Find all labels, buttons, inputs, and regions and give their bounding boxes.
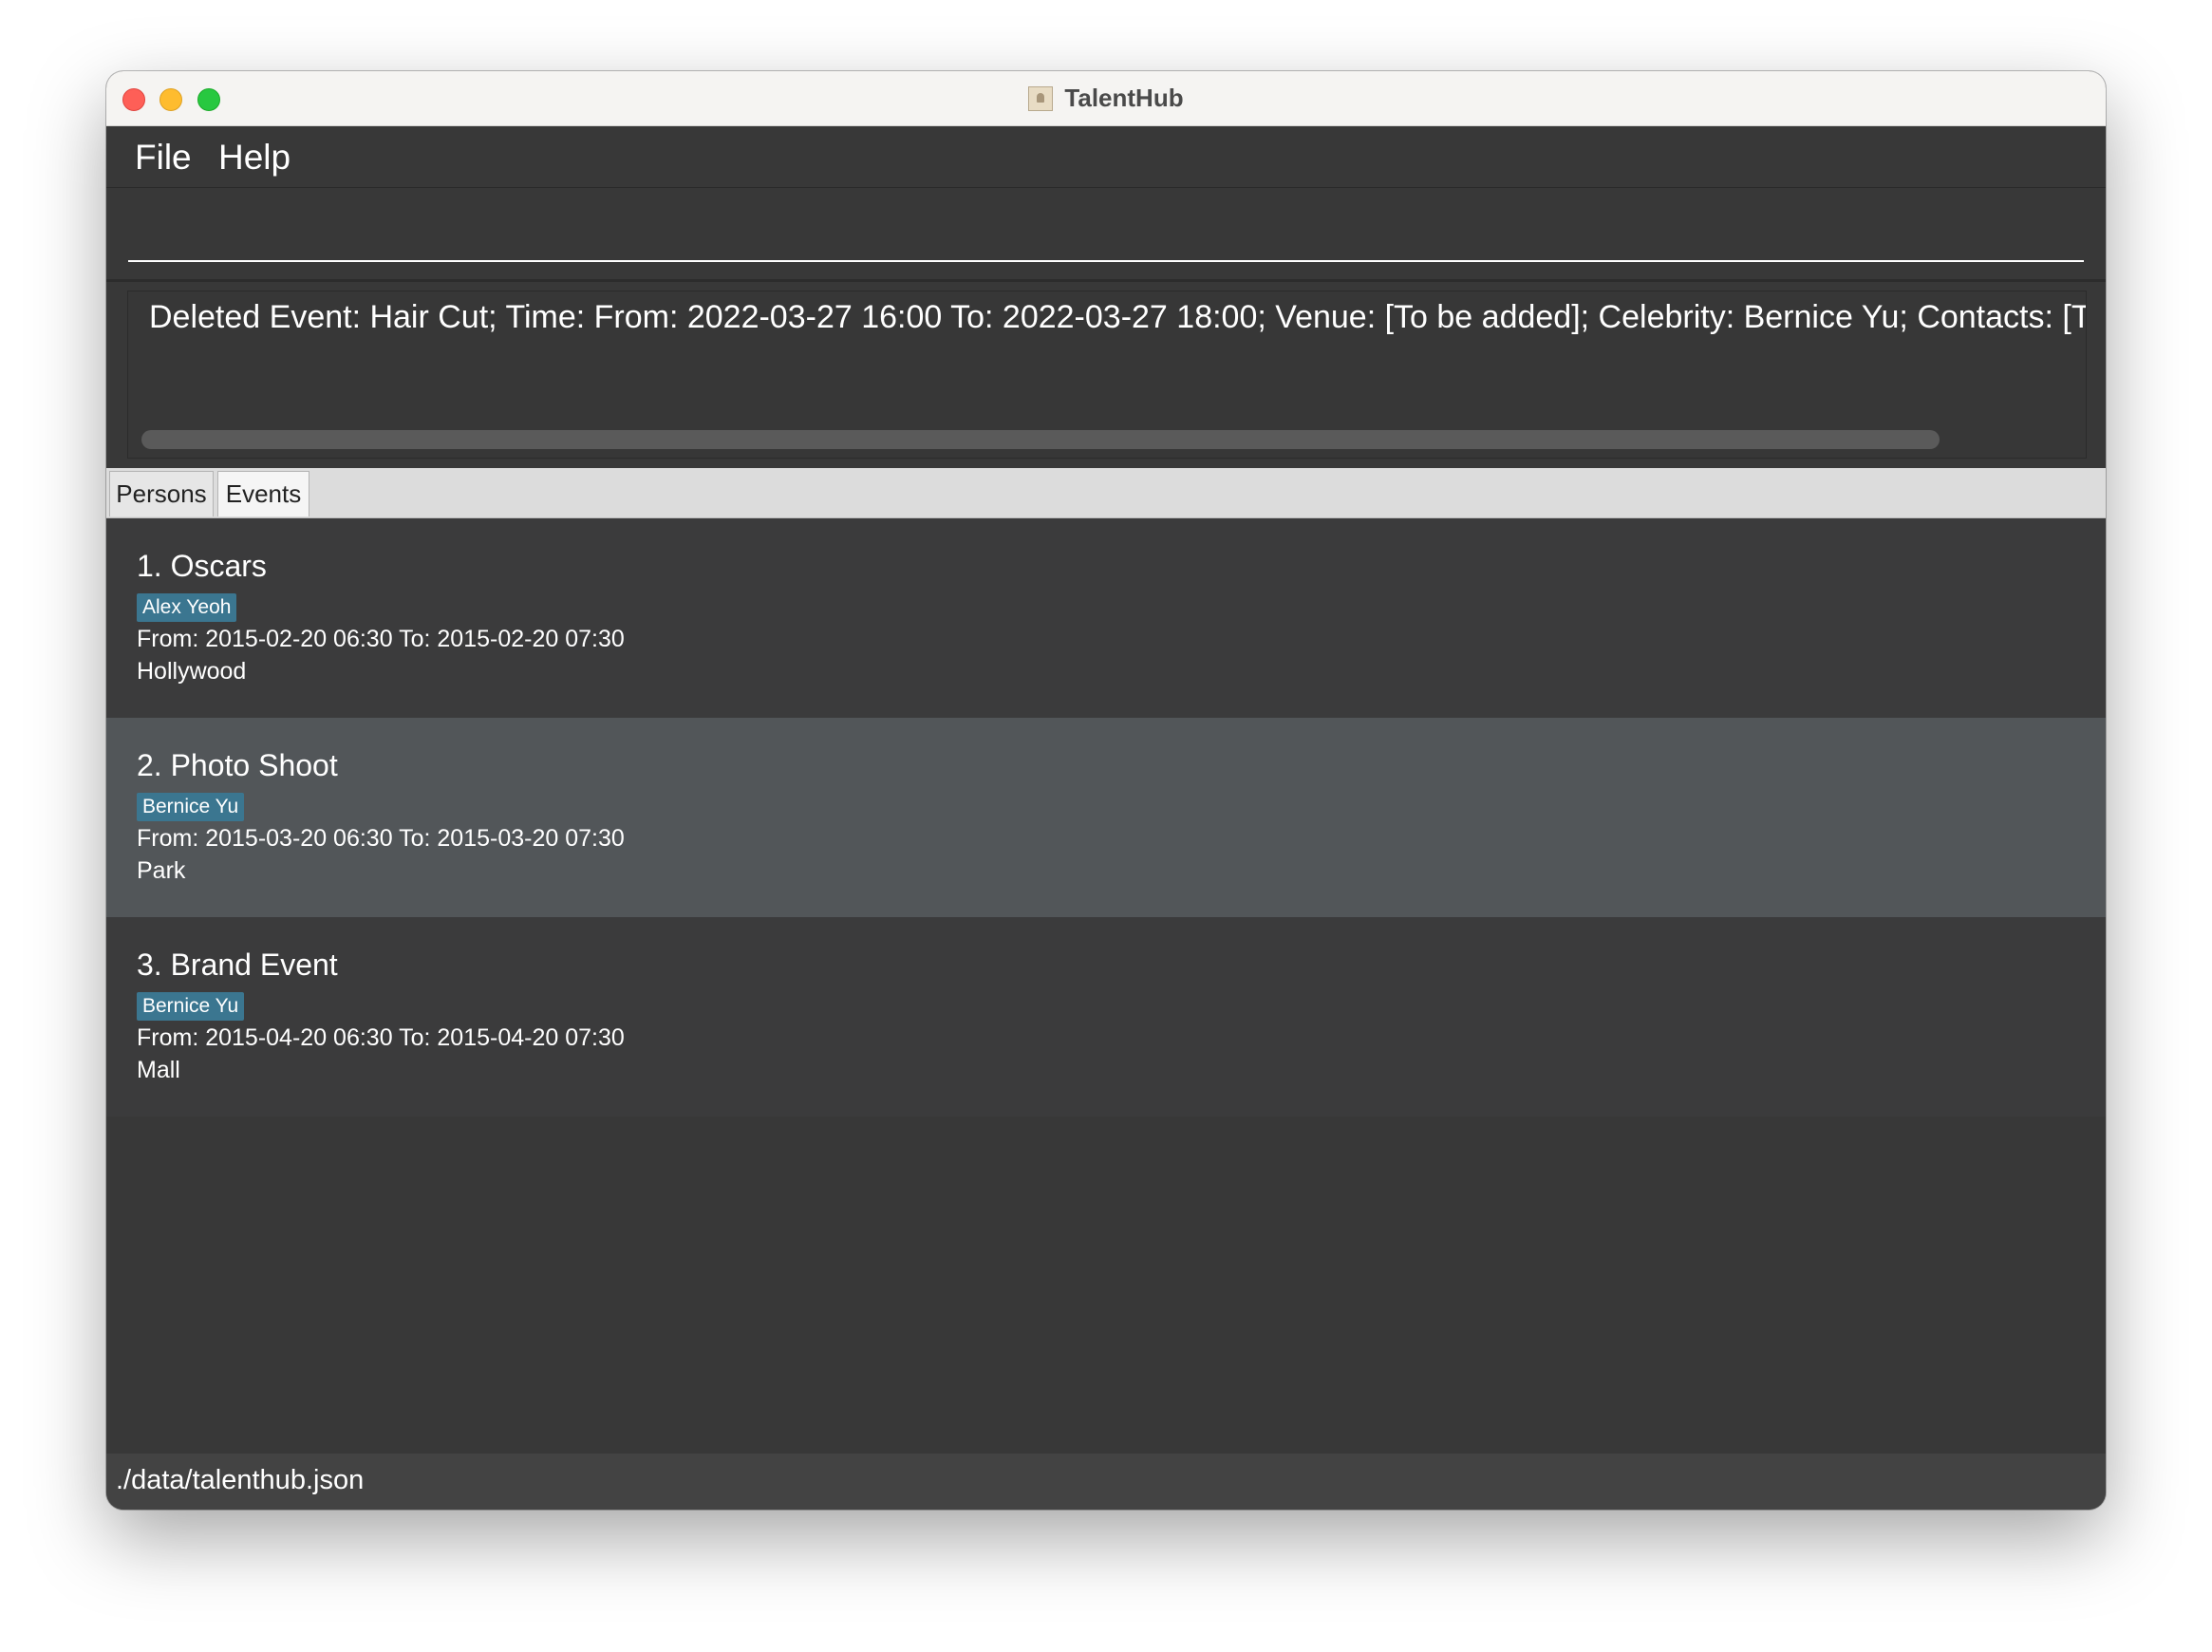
tab-persons[interactable]: Persons <box>109 471 214 516</box>
event-card-selected[interactable]: 2. Photo Shoot Bernice Yu From: 2015-03-… <box>106 718 2106 917</box>
event-title: 1. Oscars <box>137 549 267 583</box>
app-window: TalentHub File Help Deleted Event: Hair … <box>106 71 2106 1510</box>
celebrity-tag: Bernice Yu <box>137 793 245 821</box>
result-message: Deleted Event: Hair Cut; Time: From: 202… <box>149 299 2087 335</box>
menu-help[interactable]: Help <box>213 136 296 179</box>
result-horizontal-scrollbar[interactable] <box>141 430 1940 449</box>
window-title: TalentHub <box>1064 84 1184 112</box>
command-box <box>106 188 2106 282</box>
event-time: From: 2015-04-20 06:30 To: 2015-04-20 07… <box>137 1024 625 1051</box>
status-bar: ./data/talenthub.json <box>106 1454 2106 1510</box>
event-card[interactable]: 3. Brand Event Bernice Yu From: 2015-04-… <box>106 917 2106 1117</box>
celebrity-tag: Bernice Yu <box>137 992 245 1021</box>
command-input[interactable] <box>128 188 2084 262</box>
event-venue: Mall <box>137 1057 180 1083</box>
celebrity-tag: Alex Yeoh <box>137 593 237 622</box>
event-venue: Park <box>137 857 186 884</box>
event-card[interactable]: 1. Oscars Alex Yeoh From: 2015-02-20 06:… <box>106 518 2106 718</box>
event-time: From: 2015-02-20 06:30 To: 2015-02-20 07… <box>137 626 625 652</box>
title-bar: TalentHub <box>106 71 2106 126</box>
event-time: From: 2015-03-20 06:30 To: 2015-03-20 07… <box>137 825 625 852</box>
tab-bar: Persons Events <box>106 468 2106 518</box>
data-file-path: ./data/talenthub.json <box>116 1465 365 1495</box>
title-container: TalentHub <box>106 71 2106 125</box>
tab-events[interactable]: Events <box>217 471 309 516</box>
event-list: 1. Oscars Alex Yeoh From: 2015-02-20 06:… <box>106 518 2106 1454</box>
menu-bar: File Help <box>106 126 2106 188</box>
result-text-area[interactable]: Deleted Event: Hair Cut; Time: From: 202… <box>127 291 2087 459</box>
event-venue: Hollywood <box>137 658 247 685</box>
app-icon <box>1028 85 1054 111</box>
event-title: 2. Photo Shoot <box>137 748 338 782</box>
event-title: 3. Brand Event <box>137 948 338 982</box>
menu-file[interactable]: File <box>129 136 197 179</box>
